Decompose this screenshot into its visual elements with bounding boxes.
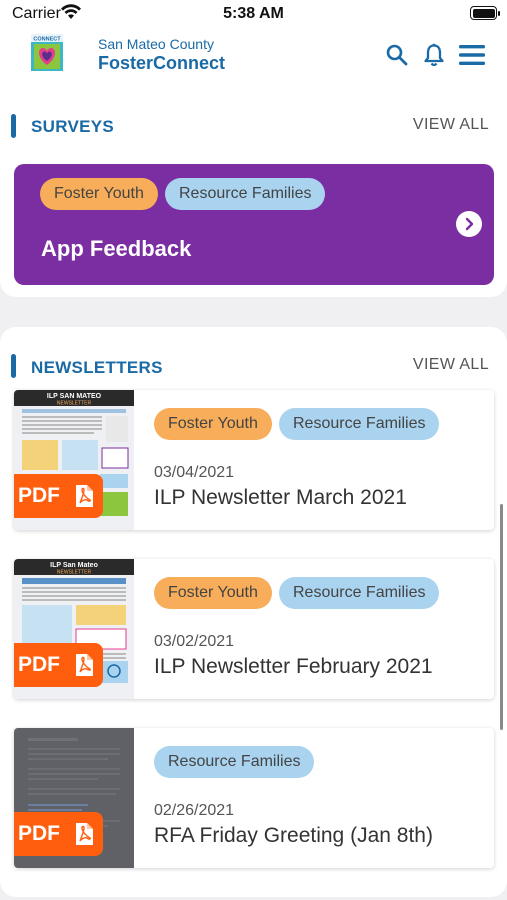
newsletter-title: ILP Newsletter February 2021	[154, 655, 433, 678]
pdf-badge: PDF	[14, 643, 103, 687]
newsletter-item[interactable]: PDF Resource Families 02/26/2021 RFA Fri…	[14, 728, 494, 868]
tag-foster-youth: Foster Youth	[154, 408, 272, 440]
newsletter-item[interactable]: ILP San Mateo NEWSLETTER PDF Foster Yout…	[14, 559, 494, 699]
pdf-badge: PDF	[14, 812, 103, 856]
newsletter-date: 03/02/2021	[154, 633, 235, 650]
chevron-right-icon[interactable]	[456, 211, 482, 237]
vertical-scrollbar[interactable]	[500, 504, 503, 730]
org-name: San Mateo County	[98, 36, 214, 52]
app-header: CONNECT San Mateo County FosterConnect	[0, 30, 507, 86]
search-icon[interactable]	[383, 41, 411, 69]
surveys-heading: SURVEYS	[31, 117, 115, 136]
section-accent-bar	[11, 114, 16, 138]
status-bar: Carrier 5:38 AM	[0, 0, 507, 30]
surveys-view-all-link[interactable]: VIEW ALL	[413, 116, 489, 134]
survey-card-app-feedback[interactable]: Foster Youth Resource Families App Feedb…	[14, 164, 494, 285]
pdf-badge: PDF	[14, 474, 103, 518]
newsletters-heading: NEWSLETTERS	[31, 358, 163, 377]
clock: 5:38 AM	[223, 5, 284, 22]
bell-icon[interactable]	[420, 41, 448, 69]
pdf-file-icon	[76, 485, 93, 507]
thumb-heading: ILP San Mateo	[50, 562, 98, 569]
tag-resource-families: Resource Families	[279, 577, 440, 609]
newsletter-date: 03/04/2021	[154, 464, 235, 481]
newsletter-item[interactable]: ILP SAN MATEO NEWSLETTER PDF Foster Yout…	[14, 390, 494, 530]
battery-icon	[470, 6, 500, 20]
thumb-subheading: NEWSLETTER	[57, 570, 92, 576]
pdf-file-icon	[76, 654, 93, 676]
newsletter-title: RFA Friday Greeting (Jan 8th)	[154, 824, 433, 847]
pdf-label: PDF	[18, 484, 60, 507]
pdf-label: PDF	[18, 822, 60, 845]
tag-foster-youth: Foster Youth	[154, 577, 272, 609]
section-accent-bar	[11, 354, 16, 378]
tag-resource-families: Resource Families	[279, 408, 440, 440]
thumb-heading: ILP SAN MATEO	[47, 393, 102, 400]
thumb-subheading: NEWSLETTER	[57, 401, 92, 407]
tag-foster-youth: Foster Youth	[40, 178, 158, 210]
survey-title: App Feedback	[41, 236, 192, 261]
pdf-label: PDF	[18, 653, 60, 676]
newsletter-title: ILP Newsletter March 2021	[154, 486, 407, 509]
app-title: FosterConnect	[98, 53, 226, 73]
logo-text: CONNECT	[33, 37, 61, 43]
newsletters-view-all-link[interactable]: VIEW ALL	[413, 356, 489, 374]
tag-resource-families: Resource Families	[165, 178, 326, 210]
newsletter-date: 02/26/2021	[154, 802, 235, 819]
tag-resource-families: Resource Families	[154, 746, 315, 778]
menu-icon[interactable]	[458, 41, 486, 69]
app-logo: CONNECT	[31, 34, 63, 71]
pdf-file-icon	[76, 823, 93, 845]
